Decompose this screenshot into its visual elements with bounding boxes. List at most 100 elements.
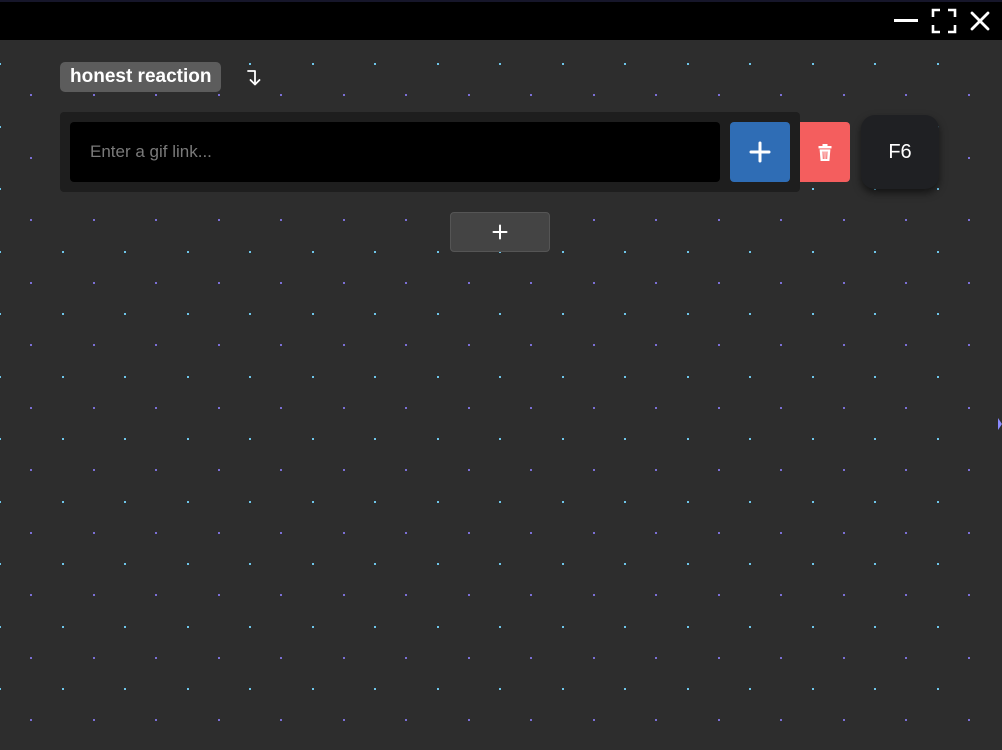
grid-dot — [843, 594, 845, 596]
grid-dot — [843, 407, 845, 409]
hotkey-label: F6 — [888, 140, 912, 163]
grid-dot — [343, 219, 345, 221]
grid-dot — [155, 719, 157, 721]
grid-dot — [905, 344, 907, 346]
grid-dot — [812, 688, 814, 690]
grid-dot — [843, 657, 845, 659]
grid-dot — [280, 594, 282, 596]
grid-dot — [374, 626, 376, 628]
hotkey-button[interactable]: F6 — [861, 115, 939, 189]
grid-dot — [749, 251, 751, 253]
grid-dot — [249, 563, 251, 565]
grid-dot — [593, 719, 595, 721]
grid-dot — [499, 63, 501, 65]
grid-dot — [968, 407, 970, 409]
fullscreen-button[interactable] — [931, 8, 957, 34]
grid-dot — [0, 563, 1, 565]
grid-dot — [843, 282, 845, 284]
grid-dot — [468, 719, 470, 721]
grid-dot — [312, 501, 314, 503]
grid-dot — [593, 594, 595, 596]
grid-dot — [93, 657, 95, 659]
grid-dot — [843, 532, 845, 534]
grid-dot — [968, 94, 970, 96]
grid-dot — [874, 688, 876, 690]
grid-dot — [812, 188, 814, 190]
grid-dot — [593, 469, 595, 471]
grid-dot — [562, 251, 564, 253]
grid-dot — [0, 626, 1, 628]
grid-dot — [687, 501, 689, 503]
grid-dot — [843, 94, 845, 96]
grid-dot — [343, 282, 345, 284]
grid-dot — [780, 657, 782, 659]
grid-dot — [874, 501, 876, 503]
grid-dot — [343, 594, 345, 596]
grid-dot — [249, 626, 251, 628]
gif-link-input[interactable] — [70, 122, 720, 182]
grid-dot — [437, 251, 439, 253]
grid-dot — [343, 657, 345, 659]
plus-icon — [749, 141, 771, 163]
minimize-button[interactable] — [893, 8, 919, 34]
grid-dot — [655, 657, 657, 659]
grid-dot — [218, 282, 220, 284]
grid-dot — [374, 501, 376, 503]
grid-dot — [0, 438, 1, 440]
close-button[interactable] — [967, 8, 993, 34]
grid-dot — [593, 219, 595, 221]
grid-dot — [437, 563, 439, 565]
grid-dot — [530, 532, 532, 534]
grid-dot — [718, 719, 720, 721]
grid-dot — [499, 501, 501, 503]
grid-dot — [343, 532, 345, 534]
grid-dot — [312, 251, 314, 253]
grid-dot — [437, 313, 439, 315]
grid-dot — [968, 219, 970, 221]
grid-dot — [562, 376, 564, 378]
add-entry-button[interactable] — [450, 212, 550, 252]
grid-dot — [780, 532, 782, 534]
app-window: honest reaction F6 — [0, 0, 1002, 750]
grid-dot — [687, 313, 689, 315]
grid-dot — [593, 344, 595, 346]
grid-dot — [593, 282, 595, 284]
minimize-icon — [894, 19, 918, 22]
grid-dot — [968, 469, 970, 471]
grid-dot — [780, 219, 782, 221]
group-label[interactable]: honest reaction — [60, 62, 222, 92]
grid-dot — [468, 282, 470, 284]
grid-dot — [937, 63, 939, 65]
grid-dot — [905, 219, 907, 221]
grid-dot — [468, 344, 470, 346]
grid-dot — [155, 532, 157, 534]
collapse-button[interactable] — [244, 64, 266, 90]
grid-dot — [530, 657, 532, 659]
grid-dot — [937, 438, 939, 440]
grid-dot — [249, 688, 251, 690]
grid-dot — [155, 407, 157, 409]
delete-gif-button[interactable] — [800, 122, 850, 182]
grid-dot — [718, 282, 720, 284]
grid-dot — [218, 657, 220, 659]
grid-dot — [249, 376, 251, 378]
grid-dot — [749, 438, 751, 440]
grid-dot — [499, 688, 501, 690]
grid-dot — [468, 594, 470, 596]
add-gif-button[interactable] — [730, 122, 790, 182]
grid-dot — [343, 469, 345, 471]
grid-dot — [30, 344, 32, 346]
grid-dot — [124, 438, 126, 440]
grid-dot — [312, 688, 314, 690]
grid-dot — [655, 719, 657, 721]
grid-dot — [374, 438, 376, 440]
grid-dot — [93, 344, 95, 346]
grid-dot — [30, 657, 32, 659]
grid-dot — [0, 313, 1, 315]
grid-dot — [62, 688, 64, 690]
grid-dot — [749, 688, 751, 690]
grid-dot — [62, 251, 64, 253]
close-icon — [970, 11, 990, 31]
grid-dot — [187, 688, 189, 690]
grid-dot — [218, 407, 220, 409]
